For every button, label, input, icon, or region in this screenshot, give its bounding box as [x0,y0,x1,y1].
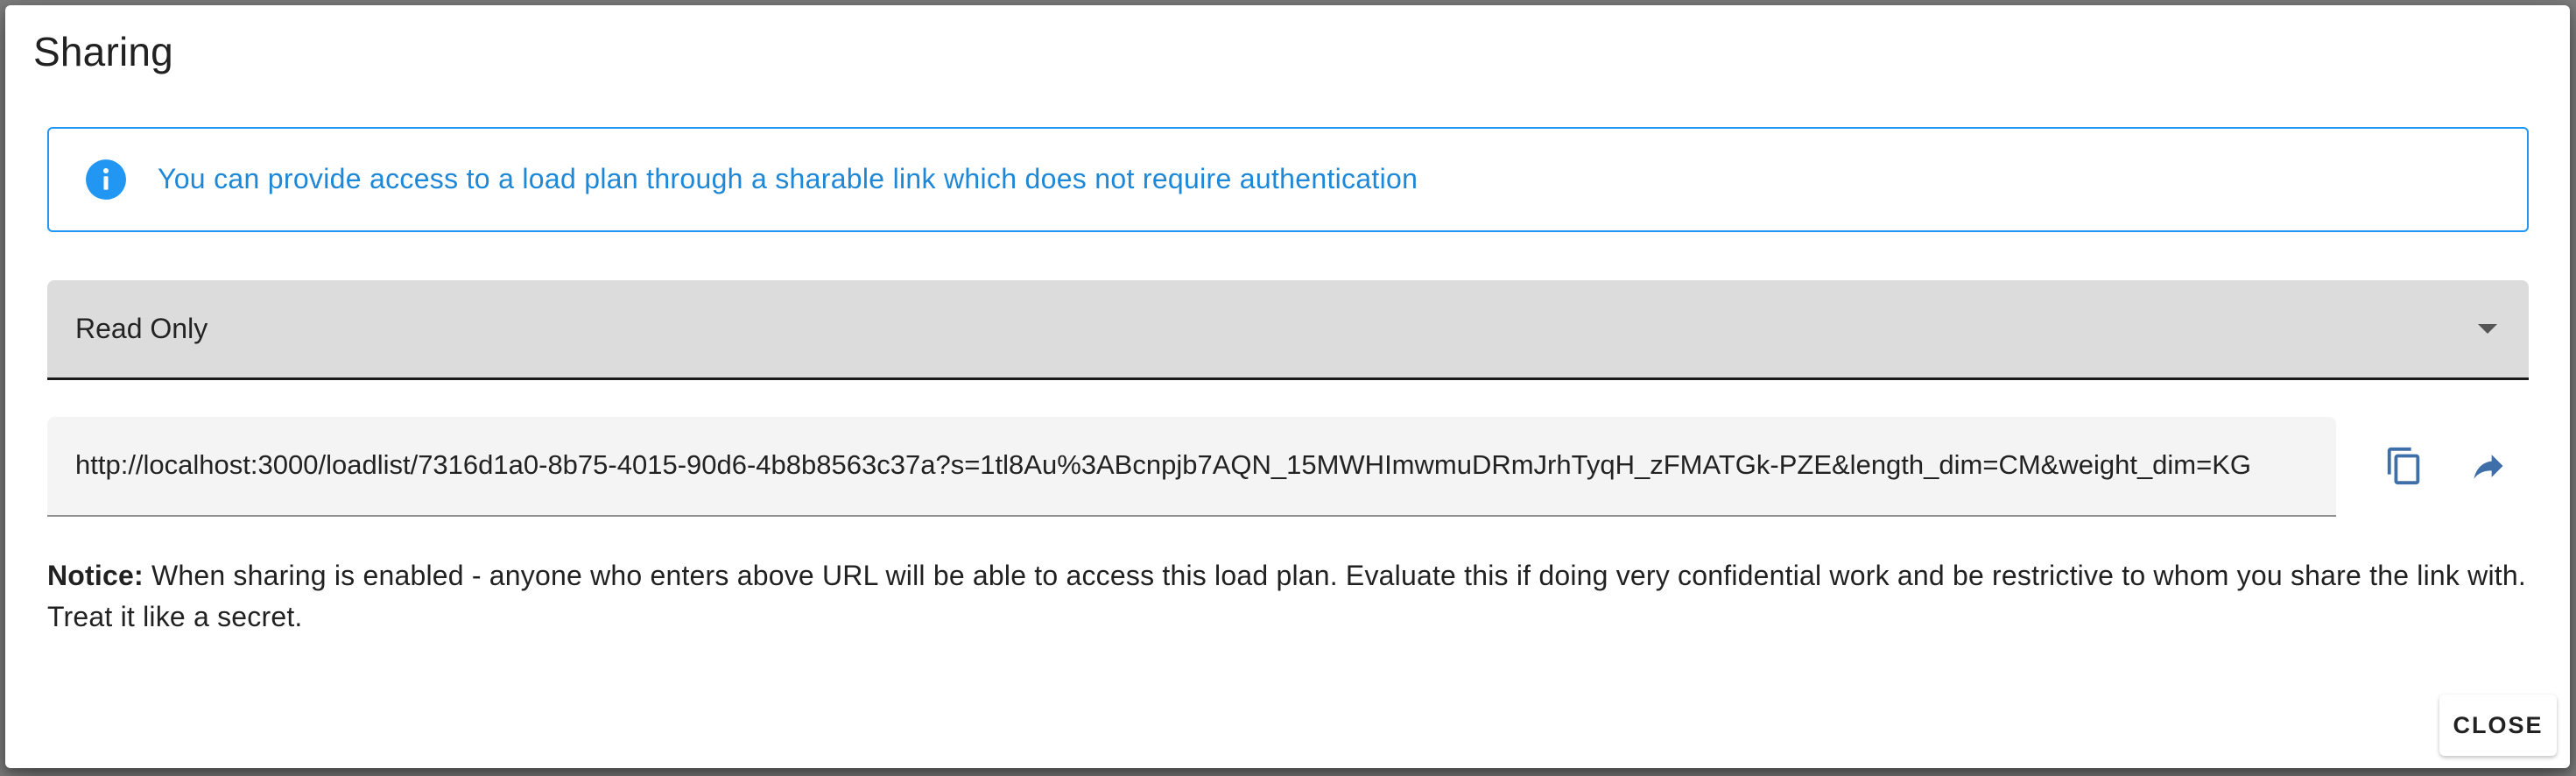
info-icon [84,158,128,201]
share-url-input[interactable] [75,417,2317,513]
notice-text: When sharing is enabled - anyone who ent… [47,560,2526,632]
copy-link-button[interactable] [2369,433,2439,503]
info-alert: You can provide access to a load plan th… [47,127,2529,232]
close-button[interactable]: CLOSE [2439,695,2557,756]
share-url-field[interactable] [47,417,2336,517]
access-level-select[interactable]: Read Only [47,280,2529,380]
share-icon [2469,447,2508,490]
chevron-down-icon [2478,324,2497,334]
share-link-button[interactable] [2453,433,2523,503]
access-level-value: Read Only [75,313,208,344]
dialog-title: Sharing [33,29,173,74]
copy-icon [2384,446,2425,490]
sharing-notice: Notice: When sharing is enabled - anyone… [47,555,2534,638]
info-alert-text: You can provide access to a load plan th… [158,163,1418,194]
sharing-dialog: Sharing You can provide access to a load… [5,5,2570,768]
notice-label: Notice: [47,560,144,591]
